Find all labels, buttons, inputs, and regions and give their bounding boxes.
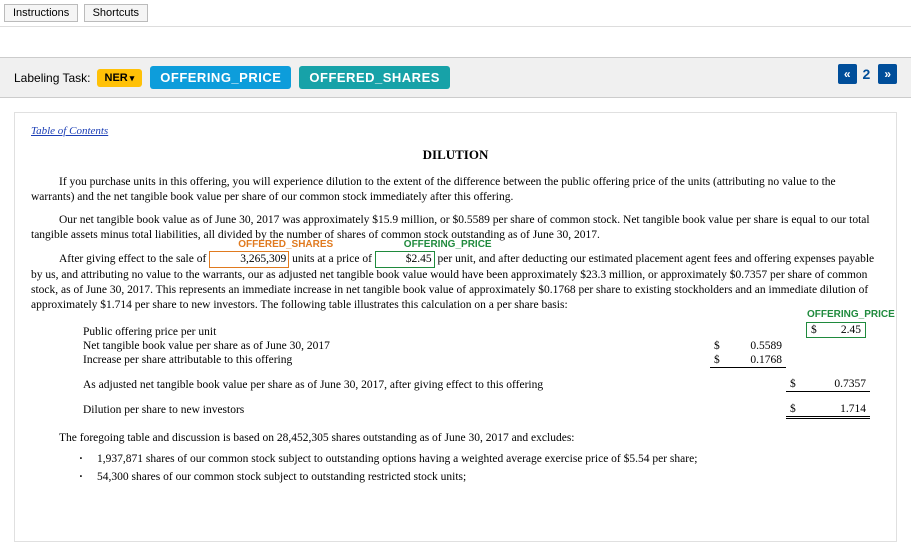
pager: « 2 » bbox=[836, 64, 897, 84]
currency-symbol: $ bbox=[710, 353, 726, 368]
currency-symbol: $ bbox=[811, 324, 817, 336]
paragraph-1: If you purchase units in this offering, … bbox=[31, 175, 880, 205]
ner-dropdown[interactable]: NER▾ bbox=[97, 69, 143, 87]
table-row: As adjusted net tangible book value per … bbox=[79, 377, 870, 392]
currency-symbol: $ bbox=[710, 339, 726, 353]
p3-mid: units at a price of bbox=[289, 253, 375, 265]
table-of-contents-link[interactable]: Table of Contents bbox=[31, 125, 108, 137]
pager-prev-button[interactable]: « bbox=[838, 64, 857, 84]
instructions-button[interactable]: Instructions bbox=[4, 4, 78, 22]
offered-shares-label: OFFERED_SHARES bbox=[210, 238, 333, 251]
offering-price-value: $2.45 bbox=[406, 253, 432, 265]
ner-badge-text: NER bbox=[105, 72, 128, 84]
table-row: Increase per share attributable to this … bbox=[79, 353, 870, 368]
labeling-task-label: Labeling Task: bbox=[14, 71, 91, 85]
paragraph-3: After giving effect to the sale of OFFER… bbox=[31, 251, 880, 313]
paragraph-4: The foregoing table and discussion is ba… bbox=[31, 431, 880, 446]
offering-price-entity-button[interactable]: OFFERING_PRICE bbox=[150, 66, 291, 89]
row-label: Public offering price per unit bbox=[79, 321, 710, 339]
cell-value: 0.1768 bbox=[726, 353, 786, 368]
pager-next-button[interactable]: » bbox=[878, 64, 897, 84]
list-item: 54,300 shares of our common stock subjec… bbox=[79, 471, 880, 483]
row-label: Net tangible book value per share as of … bbox=[79, 339, 710, 353]
shortcuts-button[interactable]: Shortcuts bbox=[84, 4, 148, 22]
document-pane[interactable]: Table of Contents DILUTION If you purcha… bbox=[14, 112, 897, 542]
cell-value: 1.714 bbox=[802, 402, 870, 418]
offering-price-label: OFFERING_PRICE bbox=[376, 238, 492, 251]
offering-price-annotation[interactable]: OFFERING_PRICE$2.45 bbox=[375, 251, 435, 268]
offered-shares-annotation[interactable]: OFFERED_SHARES3,265,309 bbox=[209, 251, 289, 268]
dilution-table: Public offering price per unit OFFERING_… bbox=[79, 321, 870, 419]
currency-symbol: $ bbox=[786, 377, 802, 392]
offering-price-table-value: 2.45 bbox=[841, 324, 861, 336]
doc-title: DILUTION bbox=[31, 147, 880, 163]
cell-value: 0.5589 bbox=[726, 339, 786, 353]
currency-symbol: $ bbox=[786, 402, 802, 418]
offered-shares-entity-button[interactable]: OFFERED_SHARES bbox=[299, 66, 450, 89]
p3-lead: After giving effect to the sale of bbox=[59, 253, 209, 265]
table-row: Public offering price per unit OFFERING_… bbox=[79, 321, 870, 339]
caret-down-icon: ▾ bbox=[130, 73, 135, 83]
cell-value: 0.7357 bbox=[802, 377, 870, 392]
pager-current: 2 bbox=[857, 66, 877, 82]
offering-price-table-annotation[interactable]: OFFERING_PRICE $ 2.45 bbox=[806, 322, 866, 338]
row-label: Dilution per share to new investors bbox=[79, 402, 710, 418]
row-label: As adjusted net tangible book value per … bbox=[79, 377, 710, 392]
offering-price-table-label: OFFERING_PRICE bbox=[807, 309, 895, 320]
list-item: 1,937,871 shares of our common stock sub… bbox=[79, 453, 880, 465]
table-row: Dilution per share to new investors $ 1.… bbox=[79, 402, 870, 418]
offered-shares-value: 3,265,309 bbox=[240, 253, 286, 265]
table-row: Net tangible book value per share as of … bbox=[79, 339, 870, 353]
row-label: Increase per share attributable to this … bbox=[79, 353, 710, 368]
